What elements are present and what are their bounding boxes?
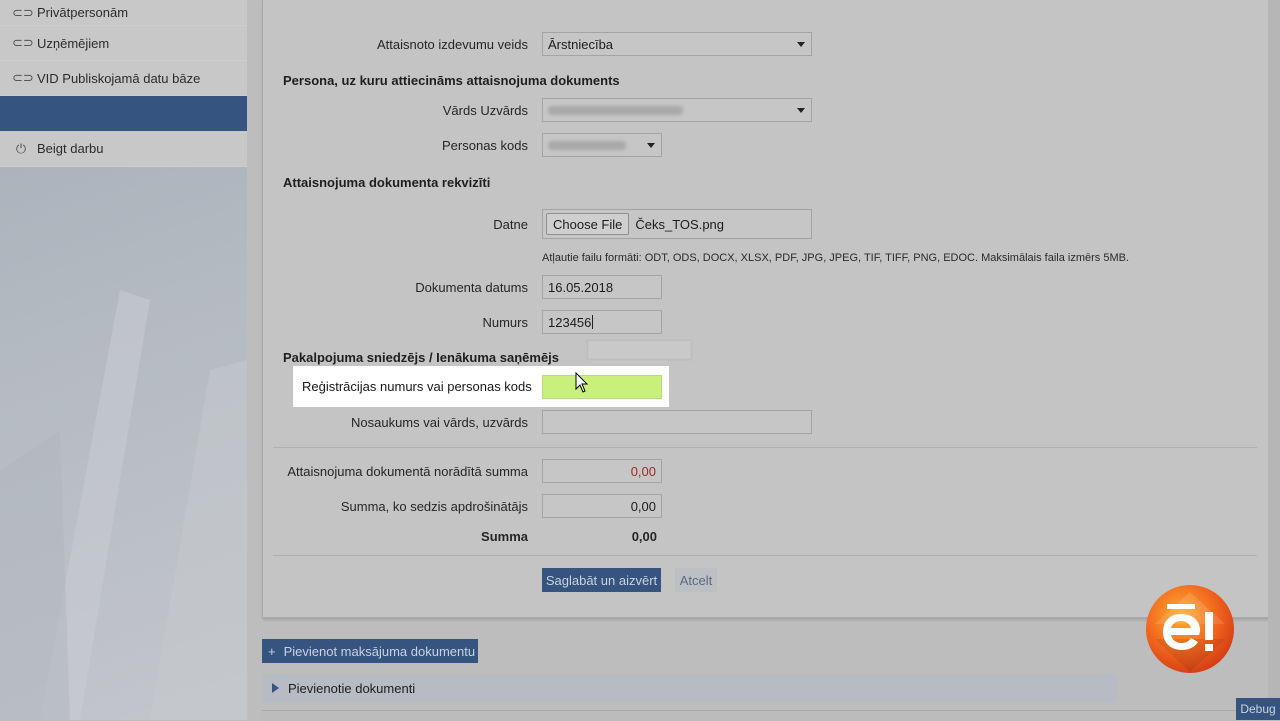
file-format-hint: Atļautie failu formāti: ODT, ODS, DOCX, … <box>542 252 1130 264</box>
add-payment-document-button[interactable]: + Pievienot maksājuma dokumentu <box>262 639 478 663</box>
file-input[interactable]: Choose File Čeks_TOS.png <box>542 209 812 239</box>
provider-section-title: Pakalpojuma sniedzējs / Ienākuma saņēmēj… <box>283 350 560 365</box>
chevron-down-icon <box>647 143 655 148</box>
person-section-title: Persona, uz kuru attiecināms attaisnojum… <box>283 73 620 88</box>
sidebar-item-label: VID Publiskojamā datu bāze <box>37 70 201 86</box>
debug-button[interactable]: Debug <box>1236 698 1280 720</box>
sidebar-item-privatpersonam[interactable]: ⊂⊃ Privātpersonām <box>0 0 247 26</box>
sidebar-item-logout[interactable]: ⏻ Beigt darbu <box>0 131 247 167</box>
insurer-sum-label: Summa, ko sedzis apdrošinātājs <box>340 499 528 514</box>
name-select[interactable] <box>542 98 812 122</box>
name-value-blurred <box>548 105 683 115</box>
attached-documents-label: Pievienotie dokumenti <box>288 680 416 696</box>
scrollbar[interactable] <box>1268 0 1280 700</box>
add-payment-label: Pievienot maksājuma dokumentu <box>283 643 476 659</box>
chevron-down-icon <box>797 42 805 47</box>
choose-file-button[interactable]: Choose File <box>546 213 630 235</box>
autocomplete-ghost <box>587 340 692 360</box>
save-and-close-button[interactable]: Saglabāt un aizvērt <box>542 568 661 592</box>
reg-number-highlight: Reģistrācijas numurs vai personas kods <box>293 366 669 407</box>
personal-code-value-blurred <box>548 140 626 150</box>
expense-type-label: Attaisnoto izdevumu veids <box>376 37 528 52</box>
file-name: Čeks_TOS.png <box>635 216 725 232</box>
sidebar-item-label: Uzņēmējiem <box>37 35 110 51</box>
total-value: 0,00 <box>631 529 657 544</box>
personal-code-select[interactable] <box>542 133 662 157</box>
caret-right-icon <box>272 683 279 693</box>
chevron-down-icon <box>797 108 805 113</box>
divider <box>273 447 1257 448</box>
total-label: Summa <box>481 529 528 544</box>
document-form-panel <box>262 0 1270 618</box>
number-field[interactable]: 123456 <box>542 310 662 334</box>
doc-sum-field[interactable]: 0,00 <box>542 459 662 483</box>
link-icon: ⊂⊃ <box>12 4 34 20</box>
sidebar-item-active[interactable] <box>0 96 247 131</box>
sidebar-item-uznemejiem[interactable]: ⊂⊃ Uzņēmējiem <box>0 26 247 61</box>
personal-code-label: Personas kods <box>442 138 528 153</box>
sidebar-item-label: Privātpersonām <box>37 5 129 20</box>
next-section-strip <box>262 710 1268 721</box>
doc-date-field[interactable]: 16.05.2018 <box>542 275 662 299</box>
expense-type-select[interactable]: Ārstniecība <box>542 32 812 56</box>
divider <box>273 555 1257 556</box>
sidebar-item-vid-database[interactable]: ⊂⊃ VID Publiskojamā datu bāze <box>0 61 247 96</box>
doc-sum-label: Attaisnojuma dokumentā norādītā summa <box>287 464 528 479</box>
mouse-pointer-icon <box>575 372 589 393</box>
provider-name-field[interactable] <box>542 410 812 434</box>
text-caret <box>592 315 594 329</box>
sidebar-item-label: Beigt darbu <box>37 141 104 156</box>
attached-documents-accordion[interactable]: Pievienotie dokumenti <box>262 674 1117 702</box>
insurer-sum-field[interactable]: 0,00 <box>542 494 662 518</box>
plus-icon: + <box>268 643 276 659</box>
doc-section-title: Attaisnojuma dokumenta rekvizīti <box>283 175 491 190</box>
sidebar: ⊂⊃ Privātpersonām ⊂⊃ Uzņēmējiem ⊂⊃ VID P… <box>0 0 247 720</box>
sidebar-menu: ⊂⊃ Privātpersonām ⊂⊃ Uzņēmējiem ⊂⊃ VID P… <box>0 0 247 167</box>
doc-date-label: Dokumenta datums <box>415 280 528 295</box>
number-value: 123456 <box>548 314 592 330</box>
number-label: Numurs <box>482 315 528 330</box>
reg-number-label: Reģistrācijas numurs vai personas kods <box>302 379 532 394</box>
expense-type-value: Ārstniecība <box>548 36 614 52</box>
link-icon: ⊂⊃ <box>12 70 34 85</box>
file-label: Datne <box>493 217 528 232</box>
link-icon: ⊂⊃ <box>12 35 34 50</box>
sidebar-decoration <box>0 290 247 720</box>
e-logo-icon <box>1146 585 1234 673</box>
provider-name-label: Nosaukums vai vārds, uzvārds <box>350 415 528 430</box>
power-icon: ⏻ <box>15 140 27 156</box>
name-label: Vārds Uzvārds <box>442 103 528 118</box>
cancel-button[interactable]: Atcelt <box>675 568 717 592</box>
reg-number-field[interactable] <box>542 375 662 399</box>
